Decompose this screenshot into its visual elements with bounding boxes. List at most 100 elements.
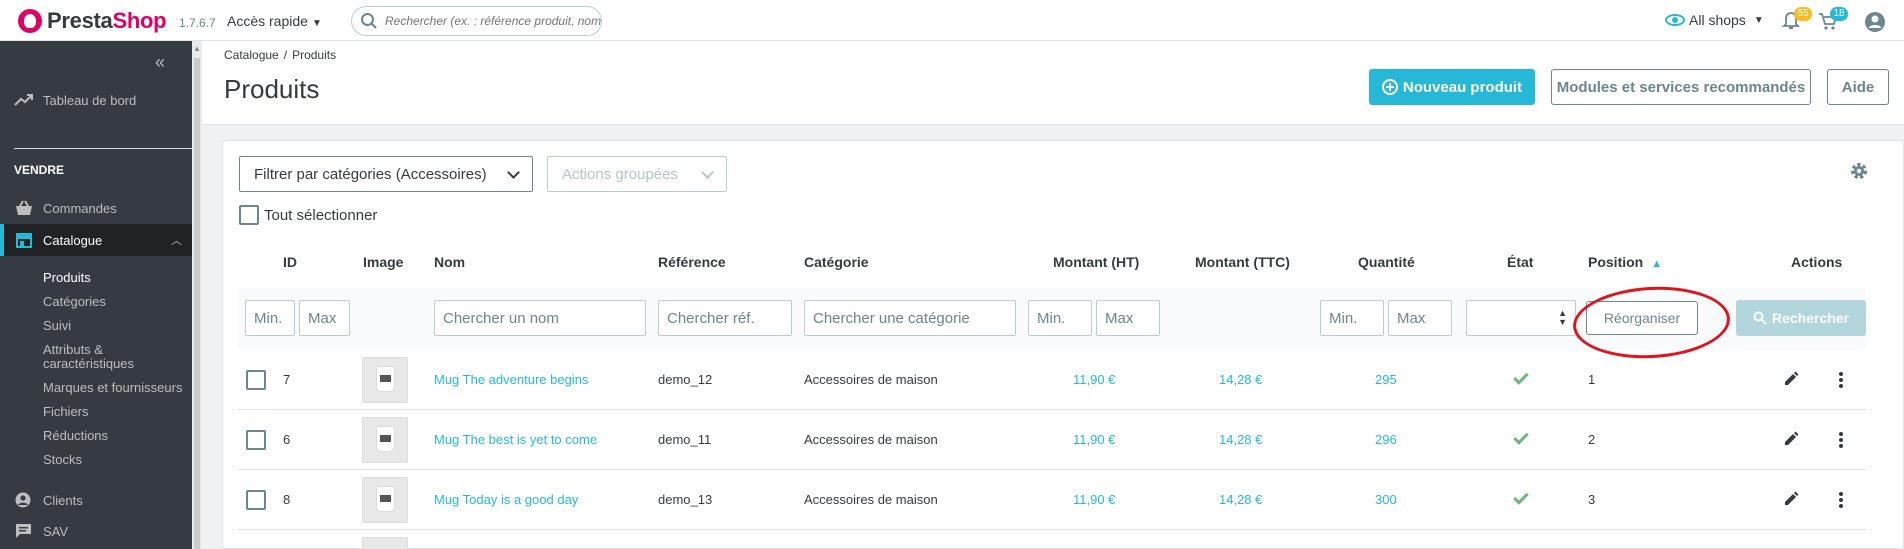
sidebar-item-dashboard[interactable]: Tableau de bord: [0, 84, 192, 116]
row-position: 2: [1588, 432, 1596, 447]
name-search-input[interactable]: Chercher un nom: [434, 300, 646, 336]
gear-icon[interactable]: [1848, 160, 1870, 182]
search-button-label: Rechercher: [1771, 310, 1850, 326]
select-all[interactable]: Tout sélectionner: [239, 205, 377, 225]
sidebar-subitem-products[interactable]: Produits: [43, 271, 193, 285]
row-price-ht[interactable]: 11,90 €: [1073, 492, 1115, 507]
row-price-ttc[interactable]: 14,28 €: [1219, 372, 1262, 387]
product-thumbnail: [362, 477, 408, 523]
row-price-ht[interactable]: 11,90 €: [1073, 372, 1115, 387]
row-name-link[interactable]: Mug The adventure begins: [434, 372, 588, 387]
col-header-reference[interactable]: Référence: [658, 254, 726, 270]
col-header-position[interactable]: Position ▲: [1588, 254, 1662, 270]
col-header-category[interactable]: Catégorie: [804, 254, 869, 270]
edit-pencil-icon[interactable]: [1783, 371, 1799, 387]
check-icon[interactable]: [1513, 429, 1529, 445]
edit-pencil-icon[interactable]: [1783, 491, 1799, 507]
more-vertical-icon[interactable]: [1839, 438, 1843, 442]
category-search-placeholder: Chercher une catégorie: [813, 309, 970, 327]
sidebar-subitem-stocks[interactable]: Stocks: [43, 453, 193, 467]
sidebar-subitem-discounts[interactable]: Réductions: [43, 429, 193, 443]
row-checkbox[interactable]: [246, 370, 266, 390]
row-name-link[interactable]: Mug Today is a good day: [434, 492, 578, 507]
qty-max-input[interactable]: Max: [1388, 300, 1452, 336]
row-quantity[interactable]: 300: [1375, 492, 1397, 507]
row-id: 8: [283, 492, 291, 507]
new-product-button[interactable]: Nouveau produit: [1369, 69, 1535, 105]
price-min-input[interactable]: Min.: [1028, 300, 1092, 336]
more-vertical-icon[interactable]: [1839, 378, 1843, 382]
check-icon[interactable]: [1513, 369, 1529, 385]
search-icon: [361, 13, 377, 29]
quick-access-dropdown[interactable]: Accès rapide ▼: [227, 13, 322, 29]
col-header-status[interactable]: État: [1507, 254, 1533, 270]
col-header-position-label: Position: [1588, 254, 1644, 270]
breadcrumb-catalog[interactable]: Catalogue: [224, 48, 279, 62]
category-filter-select[interactable]: Filtrer par catégories (Accessoires): [239, 156, 533, 192]
basket-icon: [16, 200, 32, 215]
category-search-input[interactable]: Chercher une catégorie: [804, 300, 1016, 336]
cart-notification[interactable]: 18: [1818, 7, 1848, 33]
scroll-up-arrow-icon[interactable]: ▲: [193, 44, 201, 53]
account-menu[interactable]: [1864, 11, 1888, 33]
price-max-input[interactable]: Max: [1096, 300, 1160, 336]
sidebar-item-support[interactable]: SAV: [0, 515, 192, 547]
row-price-ttc[interactable]: 14,28 €: [1219, 432, 1262, 447]
reference-search-input[interactable]: Chercher réf.: [658, 300, 792, 336]
table-row[interactable]: 8 Mug Today is a good day demo_13 Access…: [238, 470, 1866, 530]
store-icon: [16, 233, 32, 248]
row-checkbox[interactable]: [246, 490, 266, 510]
select-all-checkbox[interactable]: [239, 205, 259, 225]
col-header-name[interactable]: Nom: [434, 254, 465, 270]
col-header-quantity[interactable]: Quantité: [1358, 254, 1415, 270]
sidebar-subitem-files[interactable]: Fichiers: [43, 405, 193, 419]
edit-pencil-icon[interactable]: [1783, 431, 1799, 447]
row-category: Accessoires de maison: [804, 372, 938, 387]
row-price-ttc[interactable]: 14,28 €: [1219, 492, 1262, 507]
collapse-sidebar-icon[interactable]: «: [155, 52, 165, 73]
breadcrumb-separator: /: [283, 48, 288, 62]
row-category: Accessoires de maison: [804, 432, 938, 447]
row-reference: demo_12: [658, 372, 713, 387]
sidebar-divider: [14, 148, 192, 149]
sidebar-item-customers[interactable]: Clients: [0, 484, 192, 516]
id-max-input[interactable]: Max: [299, 300, 350, 336]
id-min-input[interactable]: Min.: [245, 300, 295, 336]
recommended-modules-button[interactable]: Modules et services recommandés: [1551, 69, 1811, 105]
shop-selector[interactable]: All shops ▼: [1665, 12, 1764, 28]
bulk-actions-select[interactable]: Actions groupées: [547, 156, 727, 192]
table-row[interactable]: 6 Mug The best is yet to come demo_11 Ac…: [238, 410, 1866, 470]
sidebar-subitem-attributes[interactable]: Attributs & caractéristiques: [43, 343, 193, 371]
row-checkbox[interactable]: [246, 430, 266, 450]
row-name-link[interactable]: Mug The best is yet to come: [434, 432, 597, 447]
table-row[interactable]: 7 Mug The adventure begins demo_12 Acces…: [238, 350, 1866, 410]
row-quantity[interactable]: 295: [1375, 372, 1397, 387]
row-id: 6: [283, 432, 291, 447]
sidebar-item-orders[interactable]: Commandes: [0, 192, 192, 224]
chat-icon: [16, 524, 31, 538]
prestashop-puffin-icon: [18, 9, 42, 33]
qty-min-input[interactable]: Min.: [1320, 300, 1384, 336]
search-button[interactable]: Rechercher: [1736, 300, 1866, 336]
header-search-input[interactable]: [385, 14, 601, 28]
mug-image: [377, 367, 394, 391]
more-vertical-icon[interactable]: [1839, 498, 1843, 502]
sidebar-subitem-categories[interactable]: Catégories: [43, 295, 193, 309]
check-icon[interactable]: [1513, 489, 1529, 505]
help-button[interactable]: Aide: [1827, 69, 1889, 105]
sidebar-item-catalog[interactable]: Catalogue ︿: [0, 224, 192, 256]
sidebar-subitem-monitoring[interactable]: Suivi: [43, 319, 193, 333]
reorganize-button[interactable]: Réorganiser: [1586, 301, 1698, 335]
row-price-ht[interactable]: 11,90 €: [1073, 432, 1115, 447]
sidebar-scrollbar-thumb[interactable]: [194, 58, 200, 549]
status-select[interactable]: ▲ ▼: [1466, 300, 1576, 336]
col-header-id[interactable]: ID: [283, 254, 297, 270]
sidebar-subitem-brands[interactable]: Marques et fournisseurs: [43, 381, 193, 395]
orders-notification[interactable]: 55: [1781, 7, 1812, 33]
row-quantity[interactable]: 296: [1375, 432, 1397, 447]
new-product-label: Nouveau produit: [1402, 78, 1523, 96]
col-header-price-ht[interactable]: Montant (HT): [1053, 254, 1139, 270]
col-header-price-ttc[interactable]: Montant (TTC): [1195, 254, 1290, 270]
prestashop-logo[interactable]: PrestaShop: [18, 8, 167, 34]
header-search[interactable]: [351, 6, 602, 36]
